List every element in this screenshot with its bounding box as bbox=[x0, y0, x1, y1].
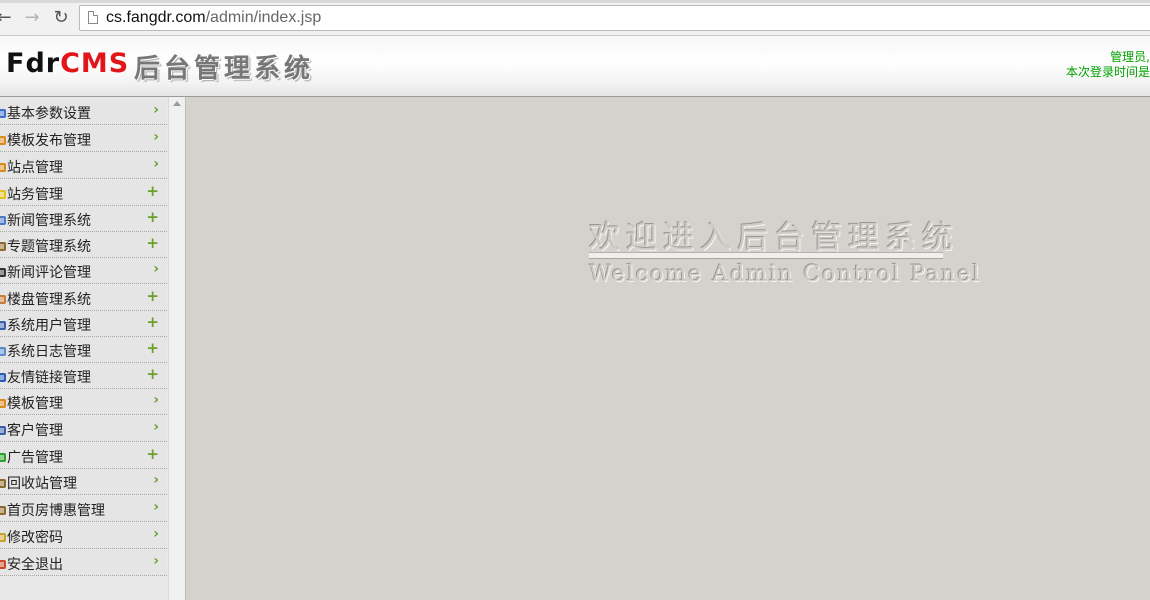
back-icon[interactable]: ← bbox=[0, 8, 14, 28]
expand-icon[interactable]: + bbox=[146, 339, 159, 357]
browser-toolbar: ← → ↻ cs.fangdr.com/admin/index.jsp bbox=[0, 0, 1150, 36]
sidebar-scrollbar[interactable] bbox=[168, 97, 185, 600]
reload-icon[interactable]: ↻ bbox=[51, 8, 71, 28]
chevron-right-icon[interactable]: › bbox=[153, 526, 159, 542]
sidebar-item[interactable]: 系统日志管理 + bbox=[0, 337, 167, 363]
chevron-right-icon[interactable]: › bbox=[153, 553, 159, 569]
address-bar[interactable]: cs.fangdr.com/admin/index.jsp bbox=[79, 5, 1150, 31]
sidebar-item[interactable]: 新闻管理系统 + bbox=[0, 206, 167, 232]
url-path: /admin/index.jsp bbox=[205, 9, 322, 26]
sidebar-item-label: 专题管理系统 bbox=[7, 239, 91, 255]
logo: FdrCMS bbox=[6, 48, 129, 79]
building-icon bbox=[0, 290, 7, 304]
sidebar-item[interactable]: 站务管理 + bbox=[0, 180, 167, 206]
chart-icon bbox=[0, 158, 7, 172]
admin-info: 管理员, 本次登录时间是 bbox=[1066, 50, 1150, 80]
sidebar-item[interactable]: 首页房博惠管理 › bbox=[0, 496, 167, 522]
sidebar-item[interactable]: 专题管理系统 + bbox=[0, 232, 167, 258]
key-icon bbox=[0, 528, 7, 542]
sidebar-item-label: 安全退出 bbox=[7, 557, 63, 573]
user-icon bbox=[0, 316, 7, 330]
address-url[interactable]: cs.fangdr.com/admin/index.jsp bbox=[106, 9, 321, 27]
main-panel: 欢迎进入后台管理系统 Welcome Admin Control Panel bbox=[186, 97, 1150, 600]
chevron-right-icon[interactable]: › bbox=[153, 261, 159, 277]
expand-icon[interactable]: + bbox=[146, 182, 159, 200]
sidebar-item[interactable]: 客户管理 › bbox=[0, 416, 167, 442]
sidebar-item[interactable]: 友情链接管理 + bbox=[0, 363, 167, 389]
list-icon bbox=[0, 263, 7, 277]
url-host: cs.fangdr.com bbox=[106, 9, 206, 26]
link-icon bbox=[0, 368, 7, 382]
cms-header: FdrCMS 后台管理系统 管理员, 本次登录时间是 bbox=[0, 36, 1150, 97]
welcome-title-cn: 欢迎进入后台管理系统 bbox=[589, 220, 959, 256]
sidebar-item-label: 新闻评论管理 bbox=[7, 265, 91, 281]
sidebar-item[interactable]: 站点管理 › bbox=[0, 153, 167, 179]
exit-icon bbox=[0, 555, 7, 569]
last-login-time: 本次登录时间是 bbox=[1065, 65, 1150, 79]
sidebar-menu: 基本参数设置 › 模板发布管理 › 站点管理 › 站务管理 + 新闻管理系统 + 专题管理系统 + 新闻… bbox=[0, 97, 168, 600]
expand-icon[interactable]: + bbox=[146, 313, 159, 331]
sidebar-item[interactable]: 安全退出 › bbox=[0, 550, 167, 576]
sidebar-item[interactable]: 修改密码 › bbox=[0, 523, 167, 549]
sidebar-item[interactable]: 模板发布管理 › bbox=[0, 126, 167, 152]
scroll-up-icon[interactable] bbox=[173, 101, 181, 106]
sidebar-item-label: 回收站管理 bbox=[7, 476, 77, 492]
pin-icon bbox=[0, 474, 7, 488]
pin-icon bbox=[0, 237, 7, 251]
page-icon bbox=[88, 11, 98, 24]
sidebar-item[interactable]: 模板管理 › bbox=[0, 389, 167, 415]
chevron-right-icon[interactable]: › bbox=[153, 156, 159, 172]
chevron-right-icon[interactable]: › bbox=[153, 472, 159, 488]
chevron-right-icon[interactable]: › bbox=[153, 419, 159, 435]
sidebar-item-label: 模板发布管理 bbox=[7, 133, 91, 149]
globe-icon bbox=[0, 448, 7, 462]
sidebar-item-label: 广告管理 bbox=[7, 450, 63, 466]
admin-greeting: 管理员, bbox=[1110, 50, 1150, 64]
welcome-divider bbox=[589, 253, 943, 258]
gear-icon bbox=[0, 104, 7, 118]
sidebar-item-label: 系统日志管理 bbox=[7, 344, 91, 360]
log-icon bbox=[0, 342, 7, 356]
sidebar-item[interactable]: 广告管理 + bbox=[0, 443, 167, 469]
sidebar-item[interactable]: 楼盘管理系统 + bbox=[0, 285, 167, 311]
bulb-icon bbox=[0, 185, 7, 199]
sidebar-item[interactable]: 回收站管理 › bbox=[0, 469, 167, 495]
chevron-right-icon[interactable]: › bbox=[153, 392, 159, 408]
sidebar-item-label: 模板管理 bbox=[7, 396, 63, 412]
document-icon bbox=[0, 211, 7, 225]
sidebar-item-label: 首页房博惠管理 bbox=[7, 503, 105, 519]
user-icon bbox=[0, 421, 7, 435]
expand-icon[interactable]: + bbox=[146, 365, 159, 383]
welcome-title-en: Welcome Admin Control Panel bbox=[589, 262, 982, 287]
sidebar-item-label: 站点管理 bbox=[7, 160, 63, 176]
expand-icon[interactable]: + bbox=[146, 234, 159, 252]
chart-icon bbox=[0, 394, 7, 408]
forward-icon[interactable]: → bbox=[22, 8, 42, 28]
logo-fdr: Fdr bbox=[6, 48, 61, 79]
pin-icon bbox=[0, 501, 7, 515]
sidebar-item-label: 友情链接管理 bbox=[7, 370, 91, 386]
sidebar-item-label: 楼盘管理系统 bbox=[7, 292, 91, 308]
expand-icon[interactable]: + bbox=[146, 287, 159, 305]
chart-icon bbox=[0, 131, 7, 145]
sidebar-item-label: 修改密码 bbox=[7, 530, 63, 546]
expand-icon[interactable]: + bbox=[146, 445, 159, 463]
expand-icon[interactable]: + bbox=[146, 208, 159, 226]
tab-strip bbox=[0, 0, 1150, 3]
sidebar-item[interactable]: 基本参数设置 › bbox=[0, 99, 167, 125]
chevron-right-icon[interactable]: › bbox=[153, 499, 159, 515]
logo-cms: CMS bbox=[60, 48, 130, 79]
chevron-right-icon[interactable]: › bbox=[153, 129, 159, 145]
sidebar-item[interactable]: 新闻评论管理 › bbox=[0, 258, 167, 284]
sidebar-item-label: 基本参数设置 bbox=[7, 106, 91, 122]
sidebar-item-label: 系统用户管理 bbox=[7, 318, 91, 334]
sidebar-item-label: 客户管理 bbox=[7, 423, 63, 439]
system-title: 后台管理系统 bbox=[134, 54, 315, 84]
sidebar-item[interactable]: 系统用户管理 + bbox=[0, 311, 167, 337]
chevron-right-icon[interactable]: › bbox=[153, 102, 159, 118]
sidebar-item-label: 站务管理 bbox=[7, 187, 63, 203]
sidebar-item-label: 新闻管理系统 bbox=[7, 213, 91, 229]
